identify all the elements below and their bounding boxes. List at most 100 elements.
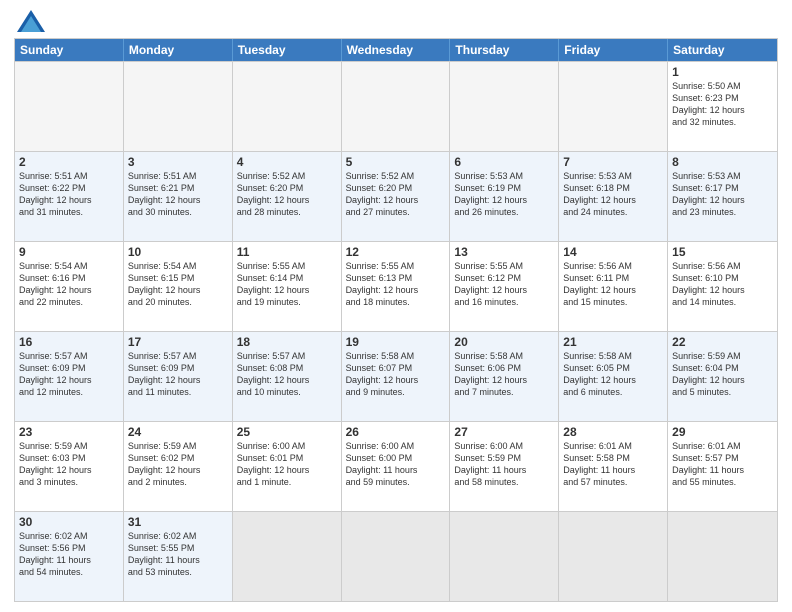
day-number: 25 [237, 425, 337, 439]
header-day-sunday: Sunday [15, 39, 124, 61]
calendar-day-31: 31Sunrise: 6:02 AM Sunset: 5:55 PM Dayli… [124, 512, 233, 601]
day-info: Sunrise: 5:58 AM Sunset: 6:07 PM Dayligh… [346, 350, 446, 399]
calendar-day-6: 6Sunrise: 5:53 AM Sunset: 6:19 PM Daylig… [450, 152, 559, 241]
calendar-day-5: 5Sunrise: 5:52 AM Sunset: 6:20 PM Daylig… [342, 152, 451, 241]
calendar-day-13: 13Sunrise: 5:55 AM Sunset: 6:12 PM Dayli… [450, 242, 559, 331]
day-number: 24 [128, 425, 228, 439]
calendar-day-15: 15Sunrise: 5:56 AM Sunset: 6:10 PM Dayli… [668, 242, 777, 331]
day-number: 23 [19, 425, 119, 439]
day-number: 26 [346, 425, 446, 439]
day-info: Sunrise: 5:59 AM Sunset: 6:04 PM Dayligh… [672, 350, 773, 399]
calendar-day-18: 18Sunrise: 5:57 AM Sunset: 6:08 PM Dayli… [233, 332, 342, 421]
day-info: Sunrise: 5:58 AM Sunset: 6:05 PM Dayligh… [563, 350, 663, 399]
calendar-empty-cell [233, 62, 342, 151]
day-number: 11 [237, 245, 337, 259]
day-number: 27 [454, 425, 554, 439]
day-number: 10 [128, 245, 228, 259]
day-number: 9 [19, 245, 119, 259]
header-day-saturday: Saturday [668, 39, 777, 61]
calendar-day-20: 20Sunrise: 5:58 AM Sunset: 6:06 PM Dayli… [450, 332, 559, 421]
day-info: Sunrise: 5:53 AM Sunset: 6:17 PM Dayligh… [672, 170, 773, 219]
day-number: 14 [563, 245, 663, 259]
day-info: Sunrise: 5:58 AM Sunset: 6:06 PM Dayligh… [454, 350, 554, 399]
day-info: Sunrise: 5:54 AM Sunset: 6:15 PM Dayligh… [128, 260, 228, 309]
day-info: Sunrise: 6:00 AM Sunset: 6:01 PM Dayligh… [237, 440, 337, 489]
day-number: 28 [563, 425, 663, 439]
calendar-header: SundayMondayTuesdayWednesdayThursdayFrid… [15, 39, 777, 61]
day-info: Sunrise: 6:00 AM Sunset: 5:59 PM Dayligh… [454, 440, 554, 489]
calendar-body: 1Sunrise: 5:50 AM Sunset: 6:23 PM Daylig… [15, 61, 777, 601]
day-number: 16 [19, 335, 119, 349]
calendar-day-16: 16Sunrise: 5:57 AM Sunset: 6:09 PM Dayli… [15, 332, 124, 421]
calendar-day-14: 14Sunrise: 5:56 AM Sunset: 6:11 PM Dayli… [559, 242, 668, 331]
day-info: Sunrise: 5:59 AM Sunset: 6:02 PM Dayligh… [128, 440, 228, 489]
day-info: Sunrise: 5:50 AM Sunset: 6:23 PM Dayligh… [672, 80, 773, 129]
day-info: Sunrise: 6:01 AM Sunset: 5:57 PM Dayligh… [672, 440, 773, 489]
day-info: Sunrise: 5:57 AM Sunset: 6:09 PM Dayligh… [19, 350, 119, 399]
day-number: 22 [672, 335, 773, 349]
page: SundayMondayTuesdayWednesdayThursdayFrid… [0, 0, 792, 612]
calendar-empty-cell [15, 62, 124, 151]
calendar-day-8: 8Sunrise: 5:53 AM Sunset: 6:17 PM Daylig… [668, 152, 777, 241]
header-day-monday: Monday [124, 39, 233, 61]
calendar-day-4: 4Sunrise: 5:52 AM Sunset: 6:20 PM Daylig… [233, 152, 342, 241]
day-number: 13 [454, 245, 554, 259]
day-number: 7 [563, 155, 663, 169]
header-day-tuesday: Tuesday [233, 39, 342, 61]
day-info: Sunrise: 5:57 AM Sunset: 6:08 PM Dayligh… [237, 350, 337, 399]
calendar-day-22: 22Sunrise: 5:59 AM Sunset: 6:04 PM Dayli… [668, 332, 777, 421]
logo [14, 10, 45, 32]
day-number: 12 [346, 245, 446, 259]
day-info: Sunrise: 5:57 AM Sunset: 6:09 PM Dayligh… [128, 350, 228, 399]
day-number: 19 [346, 335, 446, 349]
day-info: Sunrise: 6:01 AM Sunset: 5:58 PM Dayligh… [563, 440, 663, 489]
header-day-thursday: Thursday [450, 39, 559, 61]
calendar-day-24: 24Sunrise: 5:59 AM Sunset: 6:02 PM Dayli… [124, 422, 233, 511]
day-info: Sunrise: 5:51 AM Sunset: 6:22 PM Dayligh… [19, 170, 119, 219]
day-number: 17 [128, 335, 228, 349]
logo-icon [17, 10, 45, 32]
calendar-day-28: 28Sunrise: 6:01 AM Sunset: 5:58 PM Dayli… [559, 422, 668, 511]
day-number: 3 [128, 155, 228, 169]
day-number: 2 [19, 155, 119, 169]
day-number: 20 [454, 335, 554, 349]
calendar-empty-cell [450, 62, 559, 151]
calendar-empty-cell [342, 512, 451, 601]
calendar-day-3: 3Sunrise: 5:51 AM Sunset: 6:21 PM Daylig… [124, 152, 233, 241]
calendar-empty-cell [559, 512, 668, 601]
calendar-day-29: 29Sunrise: 6:01 AM Sunset: 5:57 PM Dayli… [668, 422, 777, 511]
day-number: 4 [237, 155, 337, 169]
calendar-day-27: 27Sunrise: 6:00 AM Sunset: 5:59 PM Dayli… [450, 422, 559, 511]
calendar-empty-cell [233, 512, 342, 601]
calendar-week-5: 30Sunrise: 6:02 AM Sunset: 5:56 PM Dayli… [15, 511, 777, 601]
day-info: Sunrise: 5:55 AM Sunset: 6:12 PM Dayligh… [454, 260, 554, 309]
day-info: Sunrise: 5:52 AM Sunset: 6:20 PM Dayligh… [237, 170, 337, 219]
day-number: 31 [128, 515, 228, 529]
day-info: Sunrise: 5:53 AM Sunset: 6:19 PM Dayligh… [454, 170, 554, 219]
calendar-day-21: 21Sunrise: 5:58 AM Sunset: 6:05 PM Dayli… [559, 332, 668, 421]
day-info: Sunrise: 5:54 AM Sunset: 6:16 PM Dayligh… [19, 260, 119, 309]
day-info: Sunrise: 6:00 AM Sunset: 6:00 PM Dayligh… [346, 440, 446, 489]
calendar-day-25: 25Sunrise: 6:00 AM Sunset: 6:01 PM Dayli… [233, 422, 342, 511]
calendar-week-1: 2Sunrise: 5:51 AM Sunset: 6:22 PM Daylig… [15, 151, 777, 241]
day-number: 30 [19, 515, 119, 529]
day-number: 18 [237, 335, 337, 349]
calendar-empty-cell [124, 62, 233, 151]
header [14, 10, 778, 32]
day-info: Sunrise: 6:02 AM Sunset: 5:55 PM Dayligh… [128, 530, 228, 579]
day-number: 21 [563, 335, 663, 349]
calendar-week-2: 9Sunrise: 5:54 AM Sunset: 6:16 PM Daylig… [15, 241, 777, 331]
day-number: 6 [454, 155, 554, 169]
calendar-day-11: 11Sunrise: 5:55 AM Sunset: 6:14 PM Dayli… [233, 242, 342, 331]
calendar-day-10: 10Sunrise: 5:54 AM Sunset: 6:15 PM Dayli… [124, 242, 233, 331]
calendar-empty-cell [668, 512, 777, 601]
calendar-day-2: 2Sunrise: 5:51 AM Sunset: 6:22 PM Daylig… [15, 152, 124, 241]
day-info: Sunrise: 5:55 AM Sunset: 6:13 PM Dayligh… [346, 260, 446, 309]
calendar-empty-cell [342, 62, 451, 151]
day-number: 15 [672, 245, 773, 259]
calendar-day-7: 7Sunrise: 5:53 AM Sunset: 6:18 PM Daylig… [559, 152, 668, 241]
day-number: 1 [672, 65, 773, 79]
day-info: Sunrise: 5:55 AM Sunset: 6:14 PM Dayligh… [237, 260, 337, 309]
header-day-friday: Friday [559, 39, 668, 61]
calendar-day-17: 17Sunrise: 5:57 AM Sunset: 6:09 PM Dayli… [124, 332, 233, 421]
